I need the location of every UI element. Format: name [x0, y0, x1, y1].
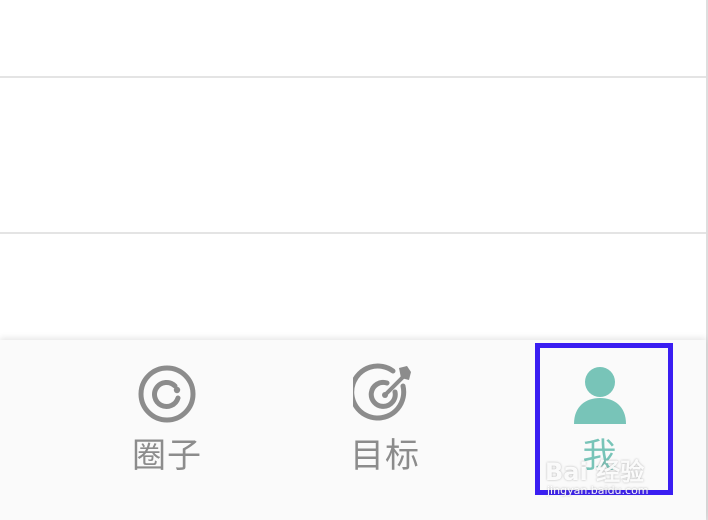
tab-target[interactable]: 目标 [290, 340, 480, 490]
target-icon [353, 363, 411, 421]
app-screen: 圈子 目标 我 Bai 经验 jingyan.baidu.com [0, 0, 708, 520]
list-item[interactable] [0, 78, 706, 234]
highlight-annotation [535, 343, 673, 495]
list-item[interactable] [0, 234, 706, 340]
list-item[interactable] [0, 0, 706, 78]
tab-label: 目标 [350, 436, 420, 476]
circle-icon [138, 365, 196, 423]
tab-label: 圈子 [132, 436, 202, 476]
tab-circle[interactable]: 圈子 [72, 340, 262, 490]
